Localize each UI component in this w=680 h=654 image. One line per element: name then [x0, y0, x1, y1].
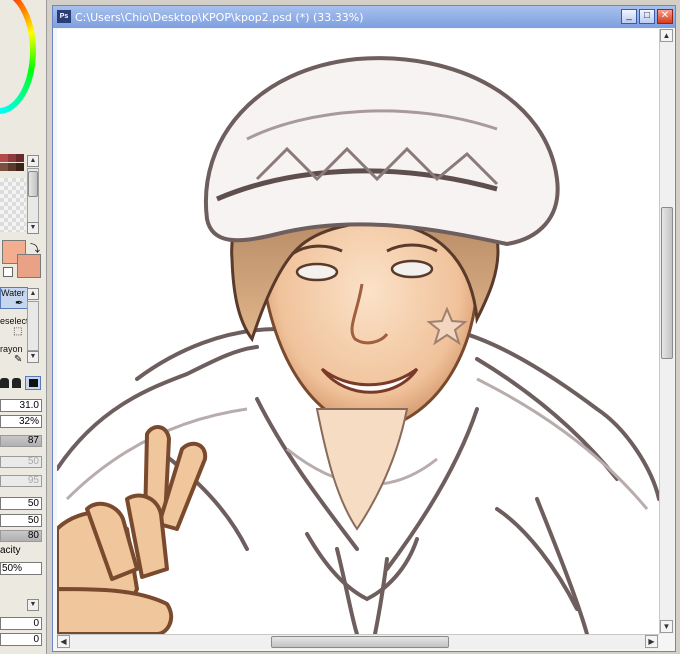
value-slider[interactable]: 80 [0, 530, 42, 542]
close-button[interactable]: ✕ [657, 9, 673, 24]
brush-shape-icon[interactable] [12, 378, 21, 388]
scroll-up-icon[interactable]: ▲ [660, 29, 673, 42]
swatch[interactable] [16, 154, 24, 162]
value-field[interactable]: 0 [0, 617, 42, 630]
swatch-scrollbar[interactable] [27, 168, 39, 224]
title-bar[interactable]: Ps C:\Users\Chio\Desktop\KPOP\kpop2.psd … [53, 6, 675, 28]
tool-water-label: Water [1, 288, 25, 298]
value-field[interactable]: 50 [0, 497, 42, 510]
swatch[interactable] [0, 163, 8, 171]
horizontal-scroll-thumb[interactable] [271, 636, 449, 648]
density-slider[interactable]: 87 [0, 435, 42, 447]
scroll-down-icon[interactable]: ▼ [27, 351, 39, 363]
color-wheel[interactable] [0, 0, 36, 114]
drawing-canvas[interactable] [57, 29, 659, 634]
brush-shape-selected[interactable] [25, 376, 41, 390]
tool-water[interactable]: Water ✒ [0, 287, 28, 309]
illustration [57, 56, 659, 634]
reset-colors-icon[interactable] [3, 267, 13, 277]
right-eye [390, 259, 434, 279]
scroll-up-icon[interactable]: ▲ [27, 288, 39, 300]
tool-scrollbar[interactable] [27, 301, 39, 351]
window-title: C:\Users\Chio\Desktop\KPOP\kpop2.psd (*)… [75, 11, 364, 24]
brush-shape-row[interactable] [0, 376, 44, 390]
deselect-icon: ⬚ [13, 326, 23, 337]
swatch[interactable] [0, 154, 8, 162]
cap [203, 56, 560, 247]
vertical-scroll-thumb[interactable] [661, 207, 673, 359]
scroll-left-icon[interactable]: ◀ [57, 635, 70, 648]
tool-panel: ▲ ▼ ⤵ Water ✒ eselect ⬚ rayon ✎ ▲ ▼ 31.0… [0, 0, 47, 654]
dropdown-icon[interactable]: ▼ [27, 599, 39, 611]
swatch-empty-area[interactable] [0, 178, 26, 232]
tool-crayon[interactable]: rayon ✎ [0, 344, 28, 366]
tool-deselect-label: eselect [0, 316, 28, 326]
left-eye [295, 262, 339, 282]
scroll-right-icon[interactable]: ▶ [645, 635, 658, 648]
v-sign-hand [57, 425, 208, 634]
blending-slider[interactable]: 50 [0, 456, 42, 468]
swatch[interactable] [8, 163, 16, 171]
scroll-thumb[interactable] [28, 171, 38, 197]
value-field[interactable]: 50 [0, 514, 42, 527]
tool-deselect[interactable]: eselect ⬚ [0, 316, 28, 338]
scroll-down-icon[interactable]: ▼ [27, 222, 39, 234]
scroll-up-icon[interactable]: ▲ [27, 155, 39, 167]
value-field[interactable]: 0 [0, 633, 42, 646]
horizontal-scrollbar[interactable]: ◀ ▶ [57, 634, 659, 649]
vertical-scrollbar[interactable]: ▲ ▼ [659, 29, 674, 634]
opacity-label: acity [0, 545, 21, 556]
document-window: Ps C:\Users\Chio\Desktop\KPOP\kpop2.psd … [52, 5, 676, 652]
brush-shape-icon[interactable] [0, 378, 9, 388]
brush-icon: ✒ [15, 298, 24, 309]
swatch[interactable] [8, 154, 16, 162]
scroll-down-icon[interactable]: ▼ [660, 620, 673, 633]
swatch[interactable] [16, 163, 24, 171]
psd-file-icon: Ps [57, 10, 71, 23]
opacity-field[interactable]: 50% [0, 562, 42, 575]
dilution-slider[interactable]: 95 [0, 475, 42, 487]
minimize-button[interactable]: _ [621, 9, 637, 24]
restore-button[interactable]: □ [639, 9, 655, 24]
min-size-field[interactable]: 32% [0, 415, 42, 428]
pencil-icon: ✎ [14, 354, 23, 365]
tool-crayon-label: rayon [0, 344, 23, 354]
background-color[interactable] [17, 254, 41, 278]
swap-colors-icon[interactable]: ⤵ [30, 240, 40, 255]
brush-size-field[interactable]: 31.0 [0, 399, 42, 412]
